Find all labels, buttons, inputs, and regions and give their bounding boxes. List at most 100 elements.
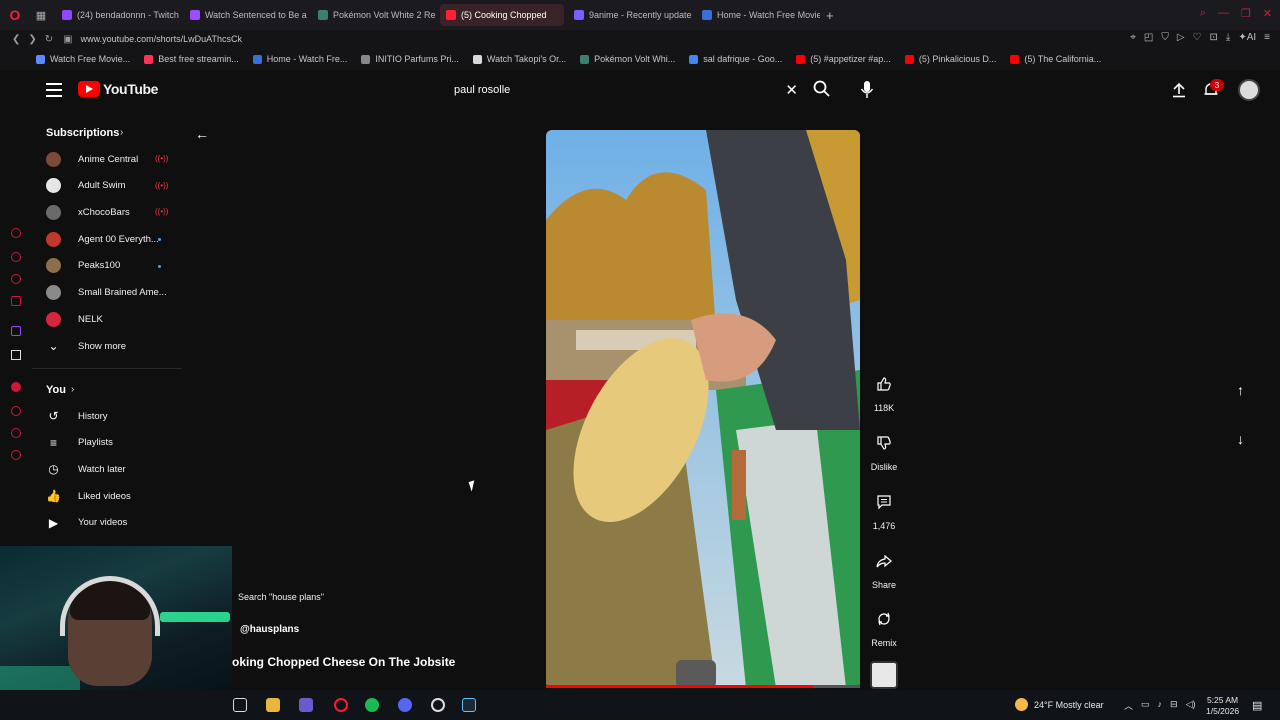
spotify-taskbar-icon[interactable] — [365, 698, 379, 712]
dislike-button[interactable]: Dislike — [866, 426, 902, 472]
bookmark-item[interactable]: Home - Watch Fre... — [252, 54, 347, 64]
battery-icon[interactable]: ▭ — [1141, 699, 1150, 712]
browser-tab[interactable]: Watch Sentenced to Be a Hero — [184, 4, 308, 26]
discord-icon[interactable] — [398, 698, 412, 712]
you-heading[interactable]: You — [46, 384, 66, 396]
chevron-up-icon[interactable]: ︿ — [1124, 699, 1133, 712]
sidebar-item-playlists[interactable]: ≡ Playlists — [46, 433, 176, 453]
new-tab-icon[interactable]: + — [826, 8, 834, 23]
browser-tab[interactable]: (24) bendadonnn - Twitch — [56, 4, 180, 26]
forward-icon[interactable]: ❯ — [28, 34, 36, 45]
bookmark-item[interactable]: (5) #appetizer #ap... — [796, 54, 891, 64]
pin-icon[interactable]: ⌖ — [1130, 32, 1136, 43]
sidebar-item-subscription[interactable]: Small Brained Ame... — [46, 283, 176, 303]
store-icon[interactable] — [299, 698, 313, 712]
bookmark-favicon-icon — [1010, 54, 1020, 64]
sidebar-item-subscription[interactable]: Peaks100 — [46, 256, 176, 276]
bookmark-item[interactable]: Watch Takopi's Or... — [472, 54, 566, 64]
mail-icon[interactable] — [11, 296, 21, 306]
avatar[interactable] — [1238, 79, 1260, 101]
sound-thumbnail[interactable] — [870, 661, 898, 689]
sidebar-item-watch-later[interactable]: ◷ Watch later — [46, 459, 176, 479]
arrow-up-icon[interactable]: ↑ — [1237, 382, 1244, 398]
search-input[interactable]: paul rosolle ✕ — [444, 76, 806, 104]
aria-ai-icon[interactable]: ✦AI — [1238, 32, 1256, 43]
instagram-icon[interactable] — [11, 252, 21, 262]
hamburger-menu-icon[interactable] — [46, 83, 62, 97]
opera-logo-icon[interactable]: O — [0, 0, 30, 30]
microphone-icon[interactable] — [860, 80, 874, 100]
back-icon[interactable]: ❮ — [12, 34, 20, 45]
arrow-down-icon[interactable]: ↓ — [1237, 431, 1244, 447]
comments-button[interactable]: 1,476 — [866, 485, 902, 531]
bookmark-item[interactable]: sal dafrique - Goo... — [689, 54, 782, 64]
x-icon[interactable] — [11, 350, 21, 360]
share-button[interactable]: Share — [866, 544, 902, 590]
search-tabs-icon[interactable]: ⌕ — [1200, 7, 1206, 20]
search-suggestion[interactable]: Search "house plans" — [238, 592, 324, 602]
url-field[interactable]: www.youtube.com/shorts/LwDuAThcsCk — [81, 34, 242, 44]
short-video-player[interactable] — [546, 130, 860, 688]
subscriptions-heading[interactable]: Subscriptions — [46, 127, 119, 139]
like-button[interactable]: 118K — [866, 367, 902, 413]
clear-search-icon[interactable]: ✕ — [785, 81, 798, 99]
bookmark-item[interactable]: (5) Pinkalicious D... — [904, 54, 996, 64]
spotify-icon[interactable] — [11, 382, 21, 392]
opera-taskbar-icon[interactable] — [334, 698, 348, 712]
notification-center-icon[interactable]: ▤ — [1252, 699, 1262, 712]
chevron-right-icon[interactable]: › — [120, 127, 123, 138]
network-icon[interactable]: ⊟ — [1170, 699, 1178, 712]
sidebar-item-subscription[interactable]: Agent 00 Everyth... — [46, 229, 176, 249]
bookmark-favicon-icon — [252, 54, 262, 64]
file-explorer-icon[interactable] — [266, 698, 280, 712]
wallet-icon[interactable]: ⊡ — [1210, 32, 1218, 43]
microphone-tray-icon[interactable]: ♪ — [1158, 699, 1163, 712]
maximize-icon[interactable]: ❐ — [1241, 7, 1251, 20]
bookmark-item[interactable]: Pokémon Volt Whi... — [580, 54, 675, 64]
steam-icon[interactable] — [462, 698, 476, 712]
browser-tab[interactable]: 9anime - Recently update — [568, 4, 692, 26]
volume-icon[interactable]: ◁) — [1186, 699, 1196, 712]
tab-grid-icon[interactable]: ▦ — [30, 0, 52, 30]
menu-icon[interactable]: ≡ — [1264, 32, 1270, 43]
browser-tab[interactable]: (5) Cooking Chopped — [440, 4, 564, 26]
bookmark-item[interactable]: Best free streamin... — [144, 54, 239, 64]
adblock-icon[interactable]: ⛉ — [1161, 32, 1169, 43]
telegram-icon[interactable] — [11, 274, 21, 284]
player-icon[interactable]: ▷ — [1177, 32, 1185, 43]
short-title[interactable]: oking Chopped Cheese On The Jobsite — [232, 655, 455, 669]
history-sidebar-icon[interactable] — [11, 406, 21, 416]
twitch-icon[interactable] — [11, 326, 21, 336]
upload-icon[interactable] — [1171, 82, 1187, 98]
minimize-icon[interactable]: — — [1218, 7, 1229, 20]
bookmark-item[interactable]: Watch Free Movie... — [36, 54, 130, 64]
obs-icon[interactable] — [431, 698, 445, 712]
messenger-icon[interactable] — [11, 228, 21, 238]
task-view-icon[interactable] — [233, 698, 247, 712]
pinboard-icon[interactable] — [11, 428, 21, 438]
sidebar-item-liked-videos[interactable]: 👍 Liked videos — [46, 486, 176, 506]
sidebar-item-your-videos[interactable]: ▶ Your videos — [46, 513, 176, 533]
browser-tab[interactable]: Home - Watch Free Movie — [696, 4, 820, 26]
heart-icon[interactable]: ♡ — [1193, 32, 1202, 43]
reload-icon[interactable]: ↻ — [45, 34, 53, 45]
weather-widget[interactable]: 24°F Mostly clear — [1015, 698, 1104, 711]
bookmark-item[interactable]: INITIO Parfums Pri... — [361, 54, 459, 64]
sidebar-item-subscription[interactable]: NELK — [46, 309, 176, 329]
download-icon[interactable]: ⤓ — [1226, 32, 1230, 43]
remix-button[interactable]: Remix — [866, 602, 902, 648]
taskbar-clock[interactable]: 5:25 AM 1/5/2026 — [1206, 695, 1239, 717]
close-window-icon[interactable]: ✕ — [1263, 7, 1272, 20]
chevron-right-icon[interactable]: › — [71, 384, 74, 395]
search-icon[interactable] — [812, 78, 832, 100]
snapshot-icon[interactable]: ◰ — [1144, 32, 1153, 43]
video-progress-bar[interactable] — [546, 685, 860, 688]
arrow-left-icon[interactable]: ← — [195, 126, 209, 142]
show-more-button[interactable]: ⌄ Show more — [46, 336, 176, 356]
youtube-logo[interactable]: YouTube — [78, 81, 158, 97]
channel-handle[interactable]: @hausplans — [240, 624, 299, 635]
sidebar-item-history[interactable]: ↺ History — [46, 406, 176, 426]
browser-tab[interactable]: Pokémon Volt White 2 Re — [312, 4, 436, 26]
settings-icon[interactable] — [11, 450, 21, 460]
bookmark-item[interactable]: (5) The California... — [1010, 54, 1101, 64]
